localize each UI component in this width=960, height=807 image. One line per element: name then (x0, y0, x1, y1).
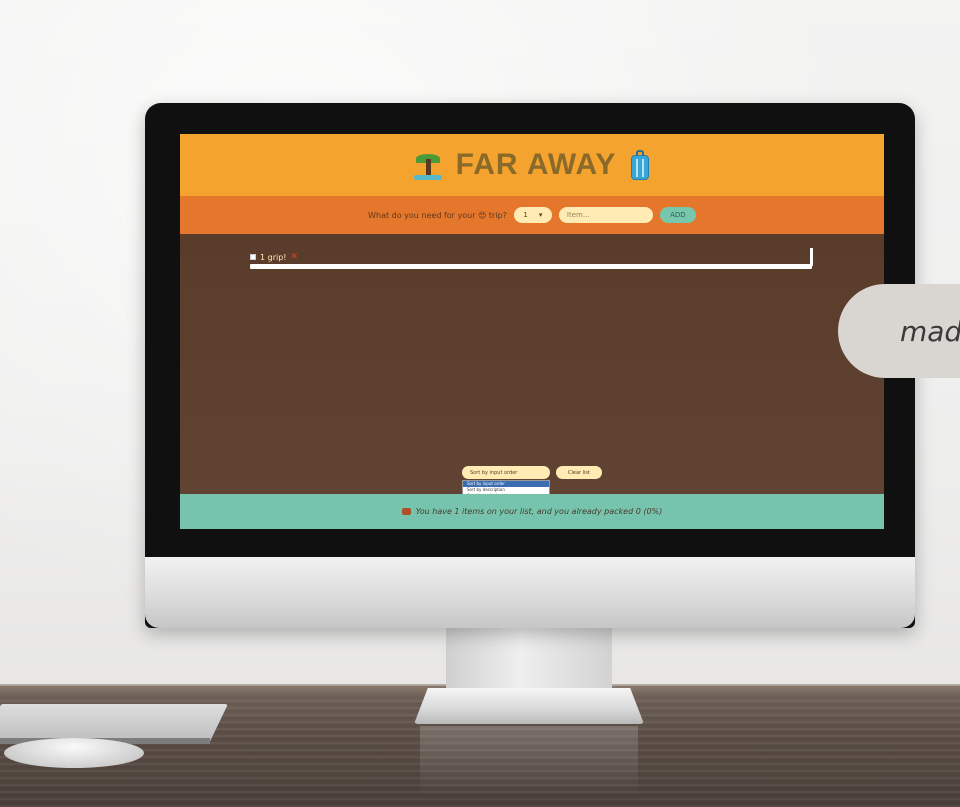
item-label: 1 grip! (260, 252, 287, 262)
list-scrollbar[interactable] (250, 264, 812, 269)
quantity-select[interactable]: 1 ▾ (513, 207, 552, 223)
packing-list: 1 grip! ✕ Sort by input order Clear list… (180, 234, 884, 500)
form-question: What do you need for your 😍 trip? (368, 210, 507, 220)
add-button[interactable]: ADD (659, 207, 696, 223)
list-item: 1 grip! ✕ (250, 252, 298, 262)
list-scrollbar-handle[interactable] (810, 248, 813, 266)
stats-footer: You have 1 items on your list, and you a… (180, 494, 884, 529)
laptop (0, 704, 228, 742)
app-header: FAR AWAY (180, 134, 884, 196)
item-input[interactable]: Item... (558, 207, 653, 223)
suitcase-icon (401, 508, 411, 515)
chevron-down-icon: ▾ (538, 211, 543, 219)
stats-text: You have 1 items on your list, and you a… (415, 507, 663, 516)
sort-select[interactable]: Sort by input order (462, 466, 550, 479)
made-badge-text: mad (900, 314, 960, 348)
delete-icon[interactable]: ✕ (291, 252, 299, 262)
made-badge: mad (838, 284, 960, 378)
quantity-value: 1 (523, 211, 528, 219)
item-checkbox[interactable] (250, 254, 256, 260)
clear-list-button[interactable]: Clear list (556, 466, 602, 479)
stand-reflection (420, 726, 638, 796)
app-title: FAR AWAY (455, 148, 617, 181)
mouse (4, 738, 144, 768)
list-actions: Sort by input order Clear list (462, 466, 602, 479)
item-input-placeholder: Item... (566, 211, 590, 219)
monitor-stand-base (414, 688, 644, 724)
palm-tree-icon (413, 149, 442, 181)
suitcase-icon (630, 150, 650, 180)
app-screen: FAR AWAY What do you need for your 😍 tri… (180, 134, 884, 529)
monitor-stand-neck (446, 628, 612, 692)
sort-selected-label: Sort by input order (470, 469, 518, 476)
monitor-chin (145, 557, 915, 628)
add-item-form: What do you need for your 😍 trip? 1 ▾ It… (180, 196, 884, 234)
